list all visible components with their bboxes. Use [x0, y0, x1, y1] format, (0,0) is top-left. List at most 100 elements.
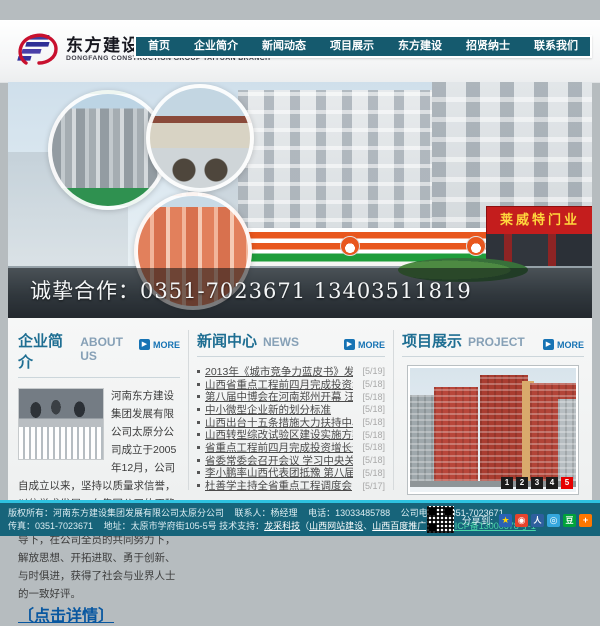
- news-date: [5/18]: [362, 455, 385, 465]
- about-more-button[interactable]: ▶ MORE: [139, 339, 180, 350]
- bullet-icon: [197, 421, 200, 424]
- footer-support-prefix: 技术支持：: [219, 521, 264, 531]
- project-building: [558, 399, 576, 487]
- share-label: 分享到:: [462, 513, 493, 527]
- renren-icon[interactable]: 人: [531, 514, 544, 527]
- news-date: [5/18]: [362, 392, 385, 402]
- footer-separator: 、: [363, 521, 372, 531]
- footer-contact-person: 联系人：杨经理: [235, 508, 298, 518]
- footer-phone: 电话：13033485788: [308, 508, 390, 518]
- news-list: 2013年《城市竞争力蓝皮书》发布会[5/19] 山西省重点工程前四月完成投资增…: [197, 365, 385, 492]
- nav-bar: 首页 企业简介 新闻动态 项目展示 东方建设 招贤纳士 联系我们: [136, 37, 590, 56]
- bullet-icon: [197, 433, 200, 436]
- nav-item-dongfang[interactable]: 东方建设: [386, 37, 454, 56]
- project-title-en: PROJECT: [468, 335, 525, 349]
- bullet-icon: [197, 459, 200, 462]
- project-photo: [410, 368, 576, 492]
- site-header: 东方建设集团太原分公司 DONGFANG CONSTRUCTION GROUP …: [0, 20, 600, 83]
- main-nav: 首页 企业简介 新闻动态 项目展示 东方建设 招贤纳士 联系我们: [134, 35, 592, 58]
- column-divider: [393, 330, 394, 490]
- project-slider[interactable]: 1 2 3 4 5: [407, 365, 579, 495]
- banner-shop-sign: 莱威特门业: [486, 206, 592, 235]
- footer-link-sx-web[interactable]: 山西网站建设: [309, 521, 363, 531]
- news-date: [5/18]: [362, 379, 385, 389]
- banner-residential-building: [238, 90, 438, 240]
- column-divider: [188, 330, 189, 490]
- more-label: MORE: [358, 340, 385, 350]
- store-logo-icon: [340, 236, 360, 256]
- nav-item-projects[interactable]: 项目展示: [318, 37, 386, 56]
- bullet-icon: [197, 408, 200, 411]
- nav-item-home[interactable]: 首页: [136, 37, 182, 56]
- news-more-button[interactable]: ▶ MORE: [344, 339, 385, 350]
- news-date: [5/18]: [362, 430, 385, 440]
- hero-banner: 莱威特门业 诚挚合作：0351-7023671 13403511819: [8, 82, 592, 318]
- bullet-icon: [197, 395, 200, 398]
- footer-line-1: 版权所有：河南东方建设集团发展有限公司太原分公司 联系人：杨经理 电话：1303…: [8, 507, 536, 520]
- about-header: 企业简介 ABOUT US ▶ MORE: [18, 330, 180, 378]
- footer-link-sx-baidu[interactable]: 山西百度推广: [372, 521, 426, 531]
- slider-page-3[interactable]: 3: [531, 477, 543, 489]
- qr-code: [427, 506, 454, 533]
- more-label: MORE: [153, 340, 180, 350]
- logo-icon: [14, 30, 60, 68]
- project-title-cn: 项目展示: [402, 330, 462, 351]
- store-logo-icon: [466, 236, 486, 256]
- news-title-en: NEWS: [263, 335, 299, 349]
- qzone-icon[interactable]: ★: [499, 514, 512, 527]
- bullet-icon: [197, 370, 200, 373]
- news-date: [5/18]: [362, 404, 385, 414]
- footer-fax: 传真：0351-7023671: [8, 521, 93, 531]
- more-arrow-icon: ▶: [344, 339, 355, 350]
- news-link[interactable]: 杜善学主持全省重点工程调度会: [205, 478, 352, 493]
- about-section: 企业简介 ABOUT US ▶ MORE 河南东方建设集团发展有限公司太原分公司…: [18, 318, 180, 500]
- footer-paren: （: [300, 521, 309, 531]
- news-header: 新闻中心 NEWS ▶ MORE: [197, 330, 385, 357]
- tencent-weibo-icon[interactable]: ◎: [547, 514, 560, 527]
- slider-page-1[interactable]: 1: [501, 477, 513, 489]
- slider-page-5-active[interactable]: 5: [561, 477, 573, 489]
- slider-page-2[interactable]: 2: [516, 477, 528, 489]
- footer-copyright: 版权所有：河南东方建设集团发展有限公司太原分公司: [8, 508, 224, 518]
- news-date: [5/18]: [362, 468, 385, 478]
- news-date: [5/19]: [362, 366, 385, 376]
- slider-page-4[interactable]: 4: [546, 477, 558, 489]
- bullet-icon: [197, 383, 200, 386]
- footer-address: 地址：太原市学府街105-5号: [104, 521, 217, 531]
- project-building: [480, 375, 528, 487]
- project-header: 项目展示 PROJECT ▶ MORE: [402, 330, 584, 357]
- main-content: 企业简介 ABOUT US ▶ MORE 河南东方建设集团发展有限公司太原分公司…: [8, 318, 592, 500]
- sina-weibo-icon[interactable]: ◉: [515, 514, 528, 527]
- project-more-button[interactable]: ▶ MORE: [543, 339, 584, 350]
- bullet-icon: [197, 484, 200, 487]
- banner-slogan: 诚挚合作：0351-7023671 13403511819: [30, 275, 472, 305]
- banner-circle-photo-2: [146, 84, 254, 192]
- more-arrow-icon: ▶: [139, 339, 150, 350]
- news-date: [5/17]: [362, 481, 385, 491]
- news-list-item: 杜善学主持全省重点工程调度会 [5/17]: [197, 479, 385, 492]
- bullet-icon: [197, 471, 200, 474]
- about-title-cn: 企业简介: [18, 330, 74, 372]
- project-building: [434, 387, 478, 487]
- more-arrow-icon: ▶: [543, 339, 554, 350]
- project-section: 项目展示 PROJECT ▶ MORE 1 2 3 4 5: [402, 318, 584, 500]
- news-title-cn: 新闻中心: [197, 330, 257, 351]
- footer-line-2: 传真：0351-7023671 地址：太原市学府街105-5号 技术支持：龙采科…: [8, 520, 536, 533]
- more-label: MORE: [557, 340, 584, 350]
- slider-pagination: 1 2 3 4 5: [501, 477, 573, 489]
- about-photo: [18, 388, 104, 460]
- nav-item-jobs[interactable]: 招贤纳士: [454, 37, 522, 56]
- about-title-en: ABOUT US: [80, 335, 139, 363]
- news-section: 新闻中心 NEWS ▶ MORE 2013年《城市竞争力蓝皮书》发布会[5/19…: [197, 318, 385, 500]
- share-more-icon[interactable]: +: [579, 514, 592, 527]
- footer-support-link[interactable]: 龙采科技: [264, 521, 300, 531]
- about-detail-link[interactable]: 〔点击详情〕: [18, 608, 114, 625]
- share-bar: 分享到: ★ ◉ 人 ◎ 豆 +: [462, 513, 592, 527]
- nav-item-news[interactable]: 新闻动态: [250, 37, 318, 56]
- bullet-icon: [197, 446, 200, 449]
- news-date: [5/18]: [362, 417, 385, 427]
- douban-icon[interactable]: 豆: [563, 514, 576, 527]
- footer-text: 版权所有：河南东方建设集团发展有限公司太原分公司 联系人：杨经理 电话：1303…: [8, 507, 536, 533]
- nav-item-about[interactable]: 企业简介: [182, 37, 250, 56]
- nav-item-contact[interactable]: 联系我们: [522, 37, 590, 56]
